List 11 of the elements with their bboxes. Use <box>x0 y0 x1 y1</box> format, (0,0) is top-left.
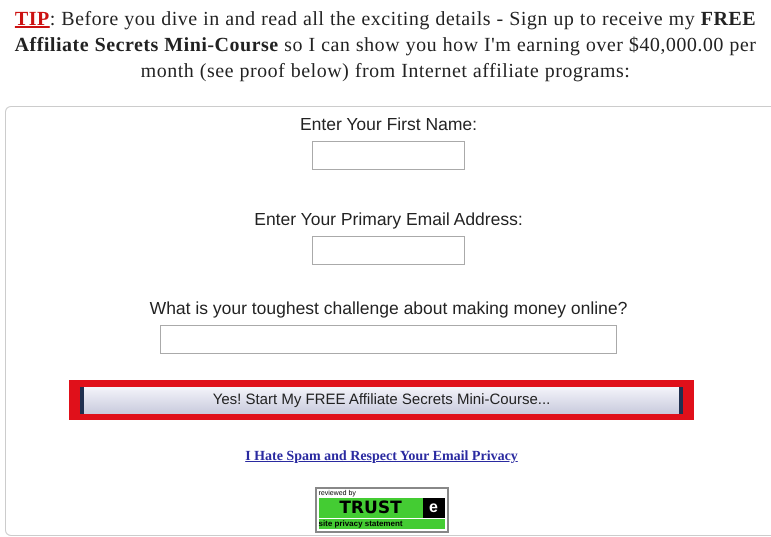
privacy-link[interactable]: I Hate Spam and Respect Your Email Privacy <box>245 446 518 467</box>
field-label: What is your toughest challenge about making money online? <box>150 297 628 319</box>
seal-mark: e <box>422 498 444 518</box>
text-field[interactable] <box>312 141 465 170</box>
field-label: Enter Your First Name: <box>300 113 478 135</box>
seal-brand: TRUST <box>338 498 403 518</box>
submit-button[interactable]: Yes! Start My FREE Affiliate Secrets Mini-Course... <box>80 386 683 414</box>
field-label: Enter Your Primary Email Address: <box>254 208 523 230</box>
text-field[interactable] <box>160 325 617 354</box>
text-field[interactable] <box>312 236 465 265</box>
tip-paragraph: TIP: Before you dive in and read all the exciting details - Sign up to receive my FREE Affiliate Secrets Mini-Course so I can show you how I'm earning over $40,000.00 per month (see proof below) from Internet affiliate programs: <box>14 7 758 84</box>
